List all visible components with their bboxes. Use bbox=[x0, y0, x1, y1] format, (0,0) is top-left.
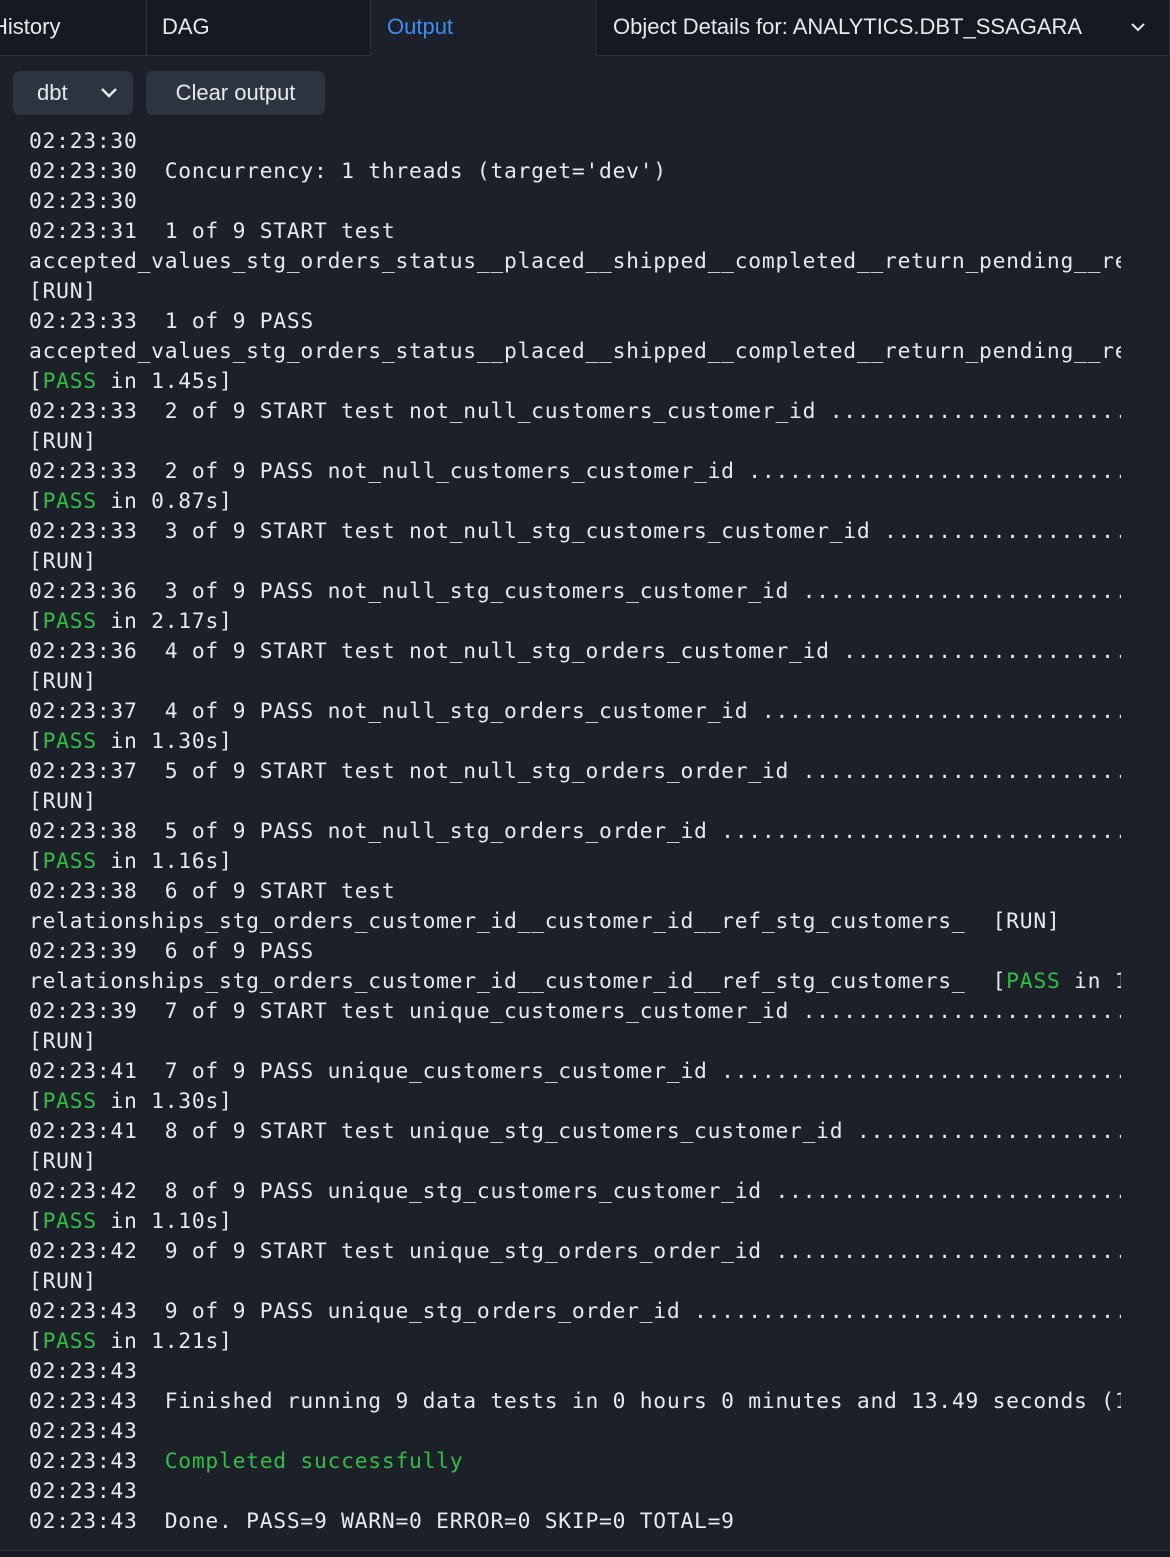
pass-status: PASS bbox=[42, 609, 97, 634]
log-line: [PASS in 2.17s] bbox=[29, 607, 1121, 637]
chevron-down-icon bbox=[101, 88, 117, 98]
log-line: 02:23:33 2 of 9 PASS not_null_customers_… bbox=[29, 459, 1121, 484]
log-line: relationships_stg_orders_customer_id__cu… bbox=[29, 909, 1061, 934]
log-line: 02:23:33 1 of 9 PASS bbox=[29, 309, 315, 334]
log-line: [PASS in 0.87s] bbox=[29, 487, 1121, 517]
log-text: in 0.87s] bbox=[96, 489, 233, 514]
tab-object-details[interactable]: Object Details for: ANALYTICS.DBT_SSAGAR… bbox=[597, 0, 1170, 56]
log-line: 02:23:43 Finished running 9 data tests i… bbox=[29, 1389, 1121, 1414]
log-text: [ bbox=[29, 489, 43, 514]
log-text: relationships_stg_orders_customer_id__cu… bbox=[29, 969, 1007, 994]
log-line: [RUN] bbox=[29, 1269, 97, 1294]
log-line: [RUN] bbox=[29, 789, 97, 814]
tab-output[interactable]: Output bbox=[371, 0, 597, 57]
log-text: in 1.16s] bbox=[96, 849, 233, 874]
log-line: 02:23:36 4 of 9 START test not_null_stg_… bbox=[29, 639, 1121, 664]
log-line: 02:23:43 Done. PASS=9 WARN=0 ERROR=0 SKI… bbox=[29, 1509, 735, 1534]
tab-history-label: History bbox=[0, 14, 61, 39]
tab-dag-label: DAG bbox=[162, 14, 210, 39]
pass-status: PASS bbox=[42, 849, 97, 874]
tab-dag[interactable]: DAG bbox=[147, 0, 371, 56]
log-line: [PASS in 1.30s] bbox=[29, 727, 1121, 757]
log-line: 02:23:43 Completed successfully bbox=[29, 1447, 1121, 1477]
log-text: in 1.10s] bbox=[96, 1209, 233, 1234]
log-line: 02:23:37 5 of 9 START test not_null_stg_… bbox=[29, 759, 1121, 784]
pass-status: PASS bbox=[42, 489, 97, 514]
log-line: 02:23:30 Concurrency: 1 threads (target=… bbox=[29, 159, 667, 184]
log-line: 02:23:33 2 of 9 START test not_null_cust… bbox=[29, 399, 1121, 424]
log-line: accepted_values_stg_orders_status__place… bbox=[29, 249, 1121, 274]
log-line: 02:23:30 bbox=[29, 129, 138, 154]
log-text: [ bbox=[29, 609, 43, 634]
log-line: [RUN] bbox=[29, 669, 97, 694]
log-line: [PASS in 1.30s] bbox=[29, 1087, 1121, 1117]
tab-history[interactable]: History bbox=[0, 0, 147, 56]
clear-output-button[interactable]: Clear output bbox=[146, 71, 325, 115]
log-lines: 02:23:30 02:23:30 Concurrency: 1 threads … bbox=[29, 127, 1121, 1537]
log-text: [ bbox=[29, 1089, 43, 1114]
log-text: in 1.21s] bbox=[96, 1329, 233, 1354]
log-line: accepted_values_stg_orders_status__place… bbox=[29, 339, 1121, 364]
chevron-down-icon[interactable] bbox=[1129, 18, 1147, 36]
log-line: [RUN] bbox=[29, 279, 97, 304]
log-line: 02:23:43 bbox=[29, 1359, 138, 1384]
log-text: in 1.30s] bbox=[96, 729, 233, 754]
log-line: [RUN] bbox=[29, 429, 97, 454]
log-text: [ bbox=[29, 849, 43, 874]
log-line: 02:23:33 3 of 9 START test not_null_stg_… bbox=[29, 519, 1121, 544]
tab-output-label: Output bbox=[387, 14, 454, 39]
log-text: [ bbox=[29, 369, 43, 394]
log-line: 02:23:38 6 of 9 START test bbox=[29, 879, 396, 904]
pass-status: PASS bbox=[42, 1209, 97, 1234]
log-text: in 1.31s] bbox=[1074, 969, 1121, 994]
pass-status: PASS bbox=[42, 729, 97, 754]
log-line: [PASS in 1.45s] bbox=[29, 367, 1121, 397]
log-line: 02:23:43 bbox=[29, 1479, 138, 1504]
log-text: in 1.30s] bbox=[96, 1089, 233, 1114]
log-line: 02:23:36 3 of 9 PASS not_null_stg_custom… bbox=[29, 579, 1121, 604]
log-line: [PASS in 1.10s] bbox=[29, 1207, 1121, 1237]
log-text: in 2.17s] bbox=[96, 609, 233, 634]
dbt-dropdown-label: dbt bbox=[37, 80, 68, 105]
log-line: 02:23:37 4 of 9 PASS not_null_stg_orders… bbox=[29, 699, 1121, 724]
log-line: 02:23:42 8 of 9 PASS unique_stg_customer… bbox=[29, 1179, 1121, 1204]
horizontal-scrollbar[interactable] bbox=[0, 1550, 1170, 1557]
log-text: [ bbox=[29, 729, 43, 754]
log-text: 02:23:43 bbox=[29, 1449, 165, 1474]
log-line: 02:23:42 9 of 9 START test unique_stg_or… bbox=[29, 1239, 1121, 1264]
log-line: [PASS in 1.21s] bbox=[29, 1327, 1121, 1357]
pass-status: PASS bbox=[42, 369, 97, 394]
log-line: relationships_stg_orders_customer_id__cu… bbox=[29, 967, 1121, 997]
output-toolbar: dbt Clear output bbox=[0, 56, 1170, 122]
pass-status: PASS bbox=[42, 1089, 97, 1114]
log-text: in 1.45s] bbox=[96, 369, 233, 394]
log-line: 02:23:43 9 of 9 PASS unique_stg_orders_o… bbox=[29, 1299, 1121, 1324]
log-line: 02:23:39 6 of 9 PASS bbox=[29, 939, 315, 964]
pass-status: PASS bbox=[42, 1329, 97, 1354]
log-line: 02:23:31 1 of 9 START test bbox=[29, 219, 396, 244]
log-line: [RUN] bbox=[29, 1029, 97, 1054]
success-message: Completed successfully bbox=[164, 1449, 464, 1474]
log-line: 02:23:43 bbox=[29, 1419, 138, 1444]
log-text: [ bbox=[29, 1329, 43, 1354]
log-line: [RUN] bbox=[29, 1149, 97, 1174]
tab-bar: History DAG Output Object Details for: A… bbox=[0, 0, 1170, 57]
log-line: 02:23:39 7 of 9 START test unique_custom… bbox=[29, 999, 1121, 1024]
log-text: [ bbox=[29, 1209, 43, 1234]
log-line: 02:23:41 7 of 9 PASS unique_customers_cu… bbox=[29, 1059, 1121, 1084]
log-line: 02:23:38 5 of 9 PASS not_null_stg_orders… bbox=[29, 819, 1121, 844]
output-console[interactable]: 02:23:30 02:23:30 Concurrency: 1 threads … bbox=[0, 122, 1170, 1550]
log-line: 02:23:41 8 of 9 START test unique_stg_cu… bbox=[29, 1119, 1121, 1144]
tab-object-details-label: Object Details for: ANALYTICS.DBT_SSAGAR… bbox=[613, 14, 1083, 39]
log-line: [RUN] bbox=[29, 549, 97, 574]
log-line: [PASS in 1.16s] bbox=[29, 847, 1121, 877]
dbt-dropdown-button[interactable]: dbt bbox=[13, 71, 133, 115]
pass-status: PASS bbox=[1006, 969, 1061, 994]
log-line: 02:23:30 bbox=[29, 189, 138, 214]
